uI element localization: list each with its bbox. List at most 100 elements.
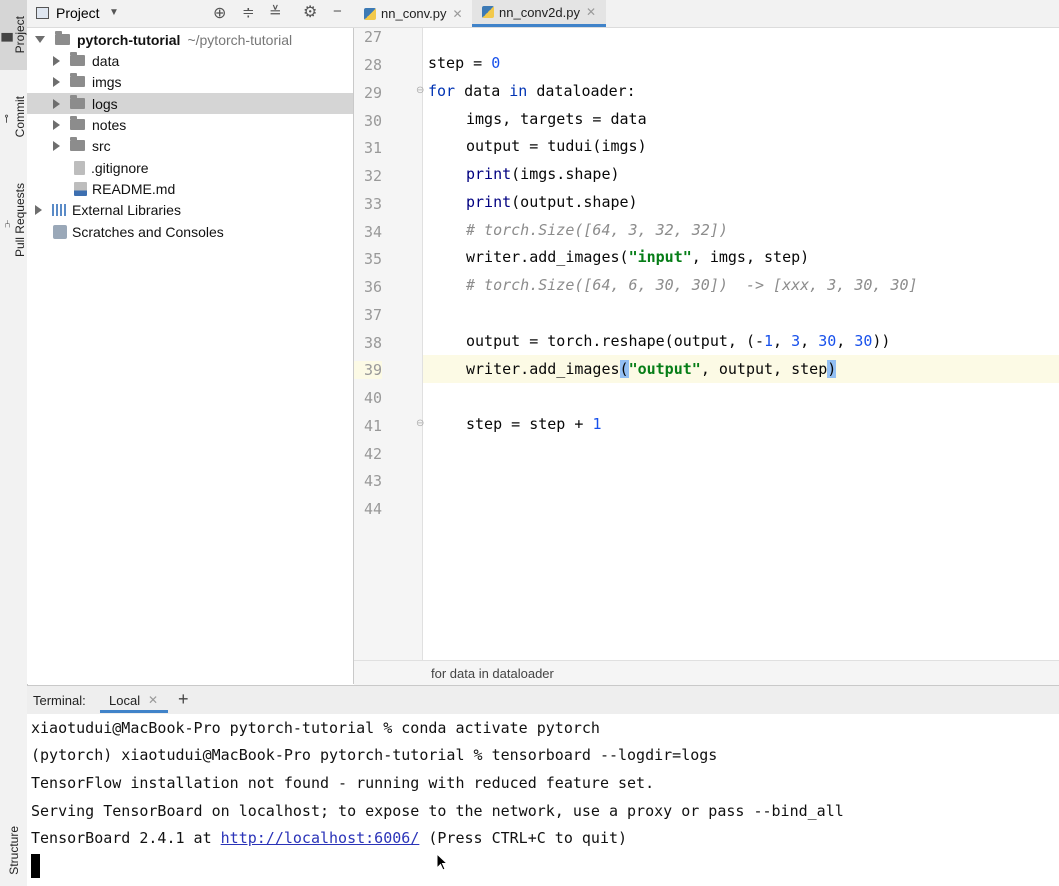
chevron-down-icon[interactable]: ▼	[109, 7, 119, 18]
line-number: 43	[363, 472, 382, 490]
project-tool-tab[interactable]: ▇ Project	[0, 0, 27, 70]
chevron-right-icon[interactable]	[53, 98, 60, 109]
tree-item-data[interactable]: data	[27, 50, 353, 71]
line-number: 35	[363, 250, 382, 268]
mouse-pointer-icon	[436, 853, 449, 871]
chevron-right-icon[interactable]	[53, 55, 60, 66]
breadcrumb: for data in dataloader	[354, 660, 1059, 685]
tab-label: nn_conv2d.py	[499, 4, 580, 20]
library-icon	[52, 203, 67, 216]
tensorboard-url-link[interactable]: http://localhost:6006/	[221, 829, 420, 847]
chevron-right-icon[interactable]	[35, 204, 42, 215]
tree-item-label: .gitignore	[91, 159, 149, 176]
add-terminal-button[interactable]: +	[178, 689, 189, 710]
line-number: 30	[363, 112, 382, 130]
structure-tool-tab[interactable]: Structure	[0, 815, 27, 886]
line-number: 42	[363, 445, 382, 463]
tree-item-readme[interactable]: README.md	[27, 178, 353, 199]
chevron-right-icon[interactable]	[53, 140, 60, 151]
pull-request-icon: ⑂	[0, 216, 13, 228]
tab-terminal-local[interactable]: Local ✕	[100, 686, 168, 713]
code-line-34: # torch.Size([64, 3, 32, 32])	[466, 221, 728, 239]
project-view-icon	[36, 7, 49, 19]
project-panel-header: Project ▼ ⊕ ≑ ≚ ⚙ −	[27, 0, 354, 28]
terminal-header: Terminal: Local ✕ +	[27, 685, 1059, 715]
folder-icon	[70, 52, 85, 66]
line-number: 40	[363, 389, 382, 407]
tree-item-logs[interactable]: logs	[27, 93, 353, 114]
code-line-33: print(output.shape)	[466, 193, 638, 211]
code-line-29: for data in dataloader:	[428, 82, 636, 100]
tree-item-label: logs	[92, 95, 118, 112]
line-number: 27	[363, 28, 382, 46]
root-folder-name: pytorch-tutorial	[77, 31, 181, 48]
code-line-31: output = tudui(imgs)	[466, 137, 647, 155]
gear-icon[interactable]: ⚙	[303, 2, 317, 22]
line-number: 29	[363, 84, 382, 102]
gitignore-file-icon	[74, 160, 85, 175]
line-number: 38	[363, 334, 382, 352]
terminal-line: (pytorch) xiaotudui@MacBook-Pro pytorch-…	[31, 746, 718, 764]
chevron-down-icon[interactable]	[35, 36, 45, 43]
commit-tool-tab[interactable]: ⊸ Commit	[0, 82, 27, 152]
tree-item-src[interactable]: src	[27, 135, 353, 156]
tree-item-label: src	[92, 137, 111, 154]
breadcrumb-item[interactable]: for data in dataloader	[431, 666, 554, 681]
terminal-line: Serving TensorBoard on localhost; to exp…	[31, 802, 844, 820]
tree-item-label: External Libraries	[72, 201, 181, 218]
collapse-all-icon[interactable]: ≚	[269, 3, 282, 21]
tree-item-imgs[interactable]: imgs	[27, 71, 353, 92]
pull-requests-tool-tab[interactable]: ⑂ Pull Requests	[0, 165, 27, 275]
python-file-icon	[364, 7, 376, 20]
close-icon[interactable]: ✕	[586, 5, 596, 19]
root-folder-path: ~/pytorch-tutorial	[187, 31, 293, 48]
tree-item-label: notes	[92, 116, 127, 133]
project-tree: pytorch-tutorial ~/pytorch-tutorial data…	[27, 28, 354, 684]
line-number: 33	[363, 195, 382, 213]
tab-label: nn_conv.py	[381, 6, 447, 21]
code-line-36: # torch.Size([64, 6, 30, 30]) -> [xxx, 3…	[466, 276, 918, 294]
expand-all-icon[interactable]: ≑	[242, 3, 255, 21]
code-line-30: imgs, targets = data	[466, 110, 647, 128]
line-number: 31	[363, 139, 382, 157]
pull-requests-tool-label: Pull Requests	[12, 182, 27, 258]
tree-item-notes[interactable]: notes	[27, 114, 353, 135]
code-line-38: output = torch.reshape(output, (-1, 3, 3…	[466, 332, 891, 350]
line-number-gutter: 27 28 29 30 31 32 33 34 35 36 37 38 39 4…	[354, 28, 424, 660]
tree-item-gitignore[interactable]: .gitignore	[27, 157, 353, 178]
chevron-right-icon[interactable]	[53, 119, 60, 130]
code-line-28: step = 0	[428, 54, 501, 72]
tree-root-pytorch-tutorial[interactable]: pytorch-tutorial ~/pytorch-tutorial	[27, 29, 353, 50]
tree-item-scratches[interactable]: Scratches and Consoles	[27, 221, 353, 242]
line-number: 34	[363, 223, 382, 241]
line-number: 41	[363, 417, 382, 435]
code-line-35: writer.add_images("input", imgs, step)	[466, 248, 810, 266]
folder-icon	[70, 116, 85, 130]
code-editor[interactable]: step = 0 for data in dataloader: imgs, t…	[423, 28, 1059, 660]
tab-nn-conv2d[interactable]: nn_conv2d.py ✕	[472, 0, 606, 27]
folder-icon	[55, 31, 70, 45]
tool-window-strip: ▇ Project ⊸ Commit ⑂ Pull Requests Struc…	[0, 0, 28, 886]
crosshair-icon[interactable]: ⊕	[213, 3, 226, 23]
close-icon[interactable]: ✕	[148, 693, 158, 707]
commit-tool-label: Commit	[13, 96, 27, 138]
terminal-line: xiaotudui@MacBook-Pro pytorch-tutorial %…	[31, 719, 600, 737]
terminal-output[interactable]: xiaotudui@MacBook-Pro pytorch-tutorial %…	[27, 714, 1059, 886]
project-view-selector[interactable]: Project	[56, 5, 100, 21]
line-number: 28	[363, 56, 382, 74]
line-number: 36	[363, 278, 382, 296]
terminal-cursor	[31, 854, 40, 878]
chevron-right-icon[interactable]	[53, 76, 60, 87]
tree-item-label: Scratches and Consoles	[72, 223, 224, 240]
tab-nn-conv[interactable]: nn_conv.py ✕	[354, 0, 472, 27]
scratches-icon	[53, 224, 67, 239]
python-file-icon	[482, 6, 494, 18]
tree-item-label: imgs	[92, 73, 122, 90]
minimize-icon[interactable]: −	[333, 3, 342, 20]
code-line-41: step = step + 1	[466, 415, 602, 433]
folder-icon	[70, 137, 85, 151]
close-icon[interactable]: ✕	[453, 7, 463, 21]
folder-icon	[70, 95, 85, 109]
folder-icon: ▇	[1, 32, 13, 42]
tree-item-external-libraries[interactable]: External Libraries	[27, 199, 353, 220]
